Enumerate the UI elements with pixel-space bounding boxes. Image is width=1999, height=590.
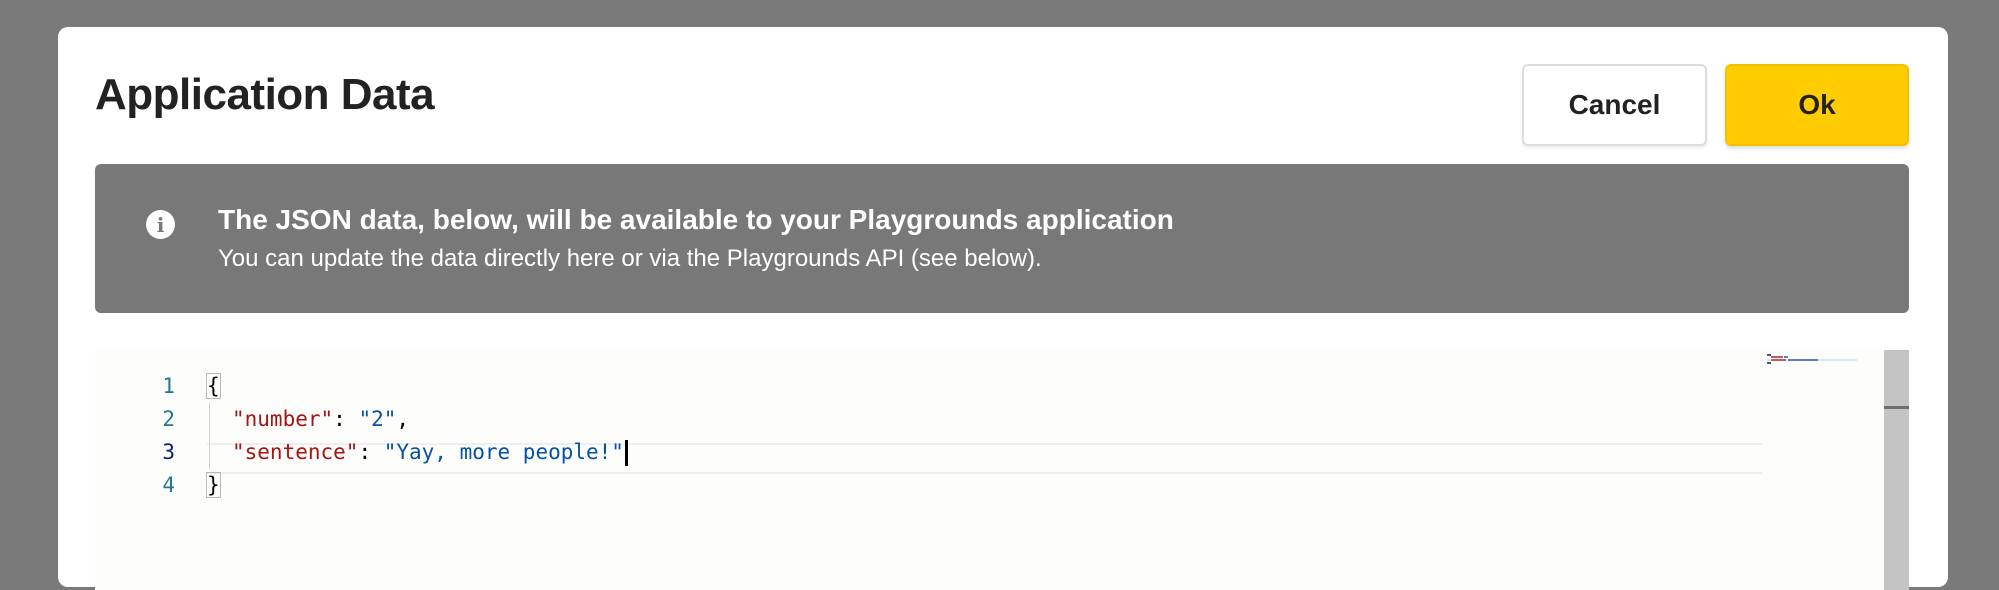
text-cursor bbox=[624, 440, 628, 466]
banner-subtext: You can update the data directly here or… bbox=[218, 245, 1042, 272]
minimap-line bbox=[1784, 356, 1788, 358]
ok-button[interactable]: Ok bbox=[1725, 64, 1909, 146]
json-value: "2" bbox=[358, 407, 397, 431]
json-key: "number" bbox=[232, 407, 334, 431]
code-line-2: "number": "2", bbox=[232, 403, 409, 436]
minimap-line bbox=[1771, 356, 1783, 358]
json-value: "Yay, more people!" bbox=[383, 440, 624, 464]
cancel-button[interactable]: Cancel bbox=[1522, 64, 1707, 146]
info-icon: i bbox=[146, 210, 175, 239]
minimap-line bbox=[1767, 362, 1771, 364]
vertical-scrollbar[interactable] bbox=[1884, 350, 1909, 590]
scrollbar-cursor-marker bbox=[1884, 406, 1909, 409]
code-line-4: } bbox=[206, 469, 221, 502]
line-number: 4 bbox=[162, 473, 175, 497]
json-separator: : bbox=[358, 440, 384, 464]
json-separator: : bbox=[333, 407, 359, 431]
line-number: 1 bbox=[162, 374, 175, 398]
banner-heading: The JSON data, below, will be available … bbox=[218, 204, 1174, 235]
line-number-current: 3 bbox=[162, 440, 175, 464]
line-number: 2 bbox=[162, 407, 175, 431]
info-banner: i The JSON data, below, will be availabl… bbox=[95, 164, 1909, 313]
json-editor[interactable]: 1 2 3 4 { "number": "2", "sentence": "Ya… bbox=[95, 350, 1909, 590]
indent-guide bbox=[209, 403, 210, 469]
code-area[interactable]: { "number": "2", "sentence": "Yay, more … bbox=[206, 350, 1762, 590]
minimap-line bbox=[1771, 359, 1786, 361]
minimap-line bbox=[1788, 359, 1818, 361]
json-key: "sentence" bbox=[232, 440, 359, 464]
dialog-title: Application Data bbox=[95, 70, 435, 119]
editor-minimap[interactable] bbox=[1767, 352, 1857, 372]
code-line-3: "sentence": "Yay, more people!" bbox=[232, 436, 628, 469]
close-brace: } bbox=[206, 472, 221, 498]
application-data-dialog: Application Data Cancel Ok i The JSON da… bbox=[58, 27, 1948, 590]
json-comma: , bbox=[396, 407, 410, 431]
open-brace: { bbox=[206, 373, 221, 399]
code-line-1: { bbox=[206, 370, 221, 403]
